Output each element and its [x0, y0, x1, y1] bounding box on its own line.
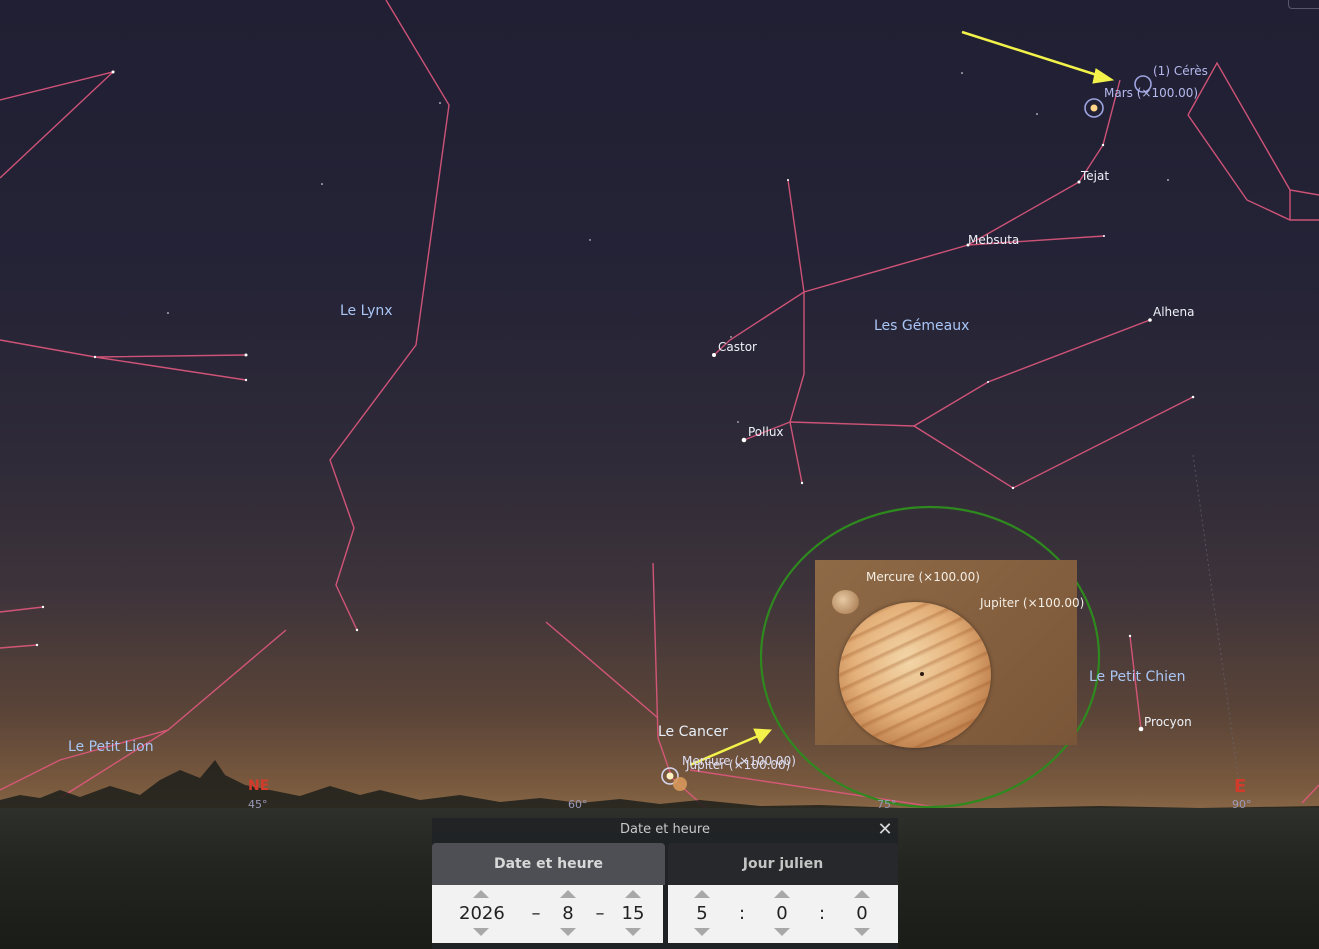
dialog-title: Date et heure — [620, 822, 710, 837]
hour-spinner[interactable]: 5 — [680, 885, 724, 943]
date-separator: – — [595, 903, 605, 924]
month-down-arrow-icon[interactable] — [560, 928, 576, 936]
day-up-arrow-icon[interactable] — [625, 890, 641, 898]
dialog-body: 2026 – 8 – 15 5 : 0: 0 — [432, 885, 898, 949]
window-corner — [1288, 0, 1319, 9]
constellation-label-lynx: Le Lynx — [340, 303, 393, 319]
jupiter-disc — [839, 602, 991, 748]
hour-value[interactable]: 5 — [680, 903, 724, 925]
constellation-label-canis-minor: Le Petit Chien — [1089, 669, 1186, 685]
planet-label-jupiter: Jupiter (×100.00) — [686, 758, 791, 772]
constellation-lines — [0, 0, 1319, 818]
constellation-label-gemini: Les Gémeaux — [874, 318, 970, 334]
planet-label-mars: Mars (×100.00) — [1104, 86, 1199, 100]
month-value[interactable]: 8 — [546, 903, 590, 925]
zoom-inset: Mercure (×100.00) Jupiter (×100.00) — [815, 560, 1084, 748]
tab-date-time[interactable]: Date et heure — [432, 843, 665, 885]
minute-value[interactable]: 0 — [760, 903, 804, 925]
hour-up-arrow-icon[interactable] — [694, 890, 710, 898]
second-up-arrow-icon[interactable] — [854, 890, 870, 898]
tab-julian-day[interactable]: Jour julien — [668, 843, 898, 885]
date-time-dialog: Date et heure ✕ Date et heure Jour julie… — [432, 818, 898, 949]
time-panel: 5 : 0 : 0 — [668, 885, 898, 943]
date-panel: 2026 – 8 – 15 — [432, 885, 663, 943]
date-separator: – — [531, 903, 541, 924]
star-label-tejat: Tejat — [1081, 169, 1110, 183]
minute-spinner[interactable]: 0 — [760, 885, 804, 943]
cardinal-e: E — [1234, 776, 1247, 797]
star-label-pollux: Pollux — [748, 425, 784, 439]
planet-label-ceres: (1) Cérès — [1153, 64, 1208, 78]
year-value[interactable]: 2026 — [459, 903, 505, 925]
star-label-procyon: Procyon — [1144, 715, 1192, 729]
year-spinner[interactable]: 2026 — [459, 885, 505, 943]
second-down-arrow-icon[interactable] — [854, 928, 870, 936]
azimuth-60: 60° — [568, 798, 588, 811]
minute-down-arrow-icon[interactable] — [774, 928, 790, 936]
month-up-arrow-icon[interactable] — [560, 890, 576, 898]
azimuth-45: 45° — [248, 798, 268, 811]
second-spinner[interactable]: 0 — [840, 885, 884, 943]
constellation-label-leo-minor: Le Petit Lion — [68, 739, 154, 755]
time-separator: : — [738, 903, 746, 924]
azimuth-90: 90° — [1232, 798, 1252, 811]
day-spinner[interactable]: 15 — [611, 885, 655, 943]
star-label-alhena: Alhena — [1153, 305, 1195, 319]
second-value[interactable]: 0 — [840, 903, 884, 925]
close-icon[interactable]: ✕ — [876, 820, 894, 840]
inset-label-mercury: Mercure (×100.00) — [866, 570, 980, 584]
mercury-disc — [832, 590, 859, 614]
hour-down-arrow-icon[interactable] — [694, 928, 710, 936]
constellation-label-cancer: Le Cancer — [658, 724, 728, 740]
cardinal-ne: NE — [248, 778, 270, 794]
star-label-mebsuta: Mebsuta — [968, 233, 1020, 247]
star-label-castor: Castor — [718, 340, 757, 354]
time-separator: : — [818, 903, 826, 924]
jupiter-moon-shadow — [920, 672, 924, 676]
inset-label-jupiter: Jupiter (×100.00) — [980, 596, 1085, 610]
day-down-arrow-icon[interactable] — [625, 928, 641, 936]
year-up-arrow-icon[interactable] — [473, 890, 489, 898]
year-down-arrow-icon[interactable] — [473, 928, 489, 936]
azimuth-75: 75° — [877, 798, 897, 811]
minute-up-arrow-icon[interactable] — [774, 890, 790, 898]
month-spinner[interactable]: 8 — [546, 885, 590, 943]
day-value[interactable]: 15 — [611, 903, 655, 925]
